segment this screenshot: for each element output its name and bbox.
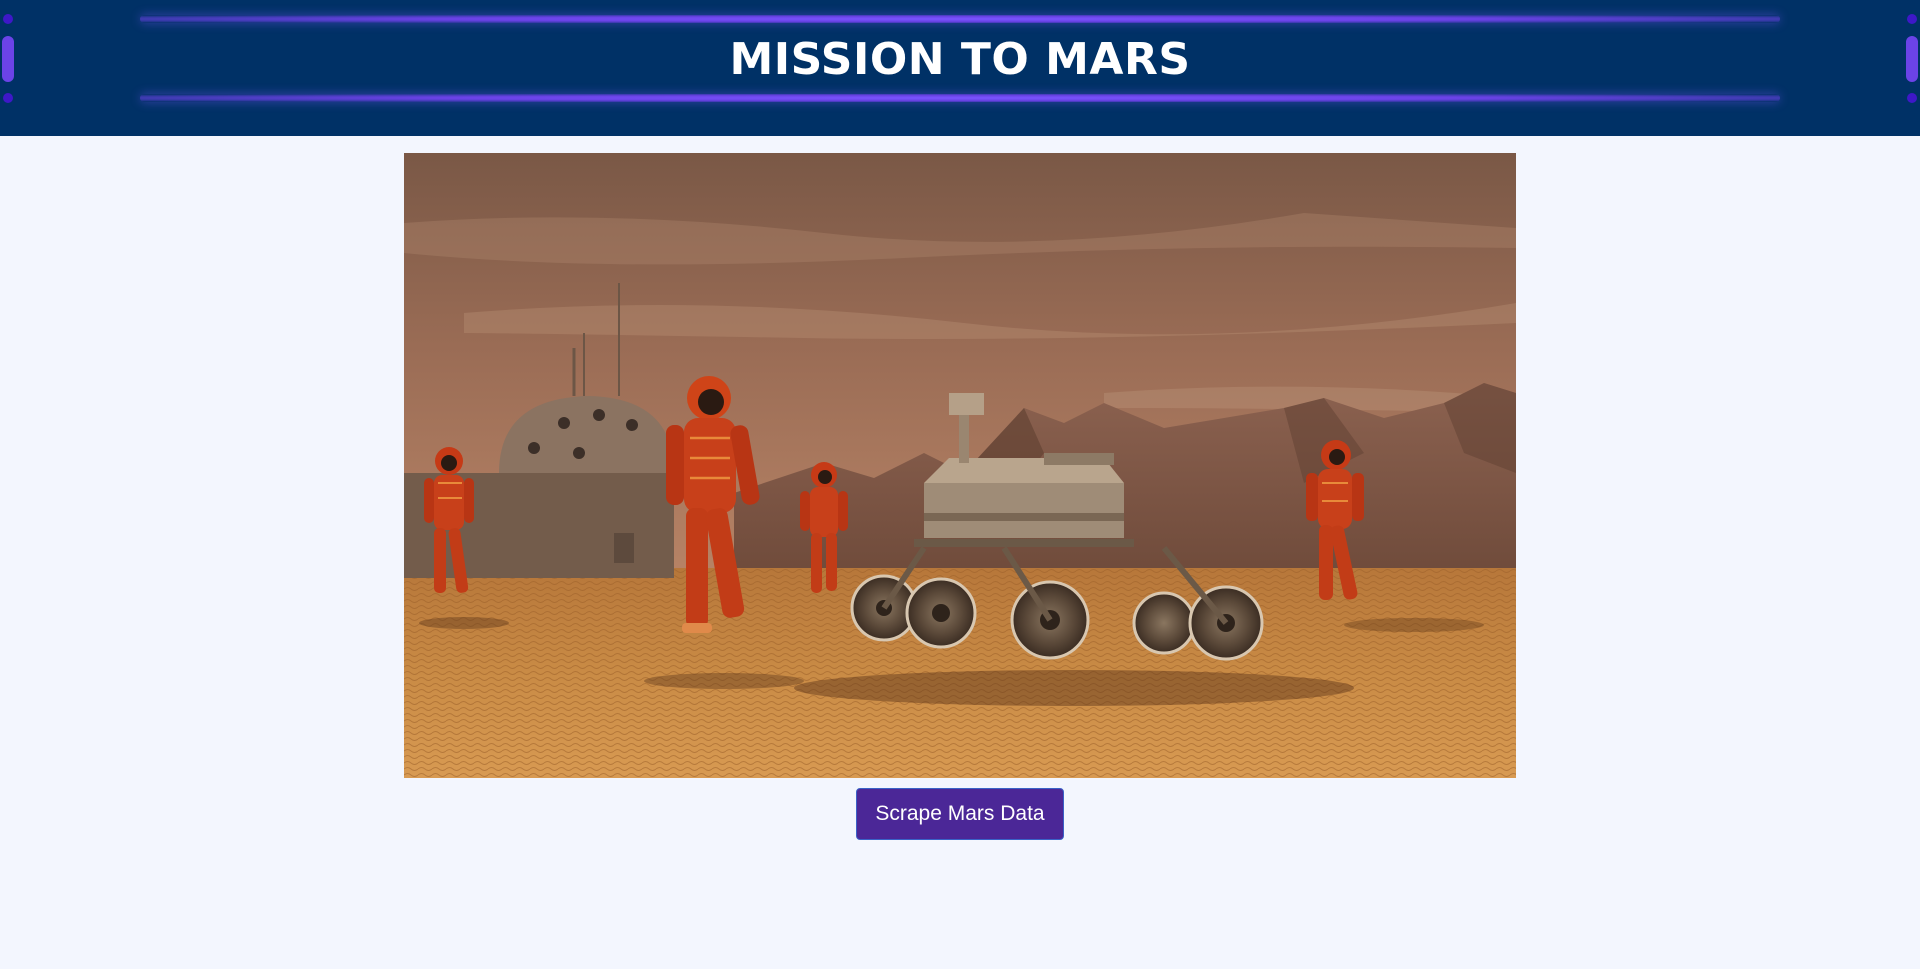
mars-scene-illustration bbox=[404, 153, 1516, 778]
page-title: MISSION TO MARS bbox=[729, 34, 1191, 85]
hero-image bbox=[404, 153, 1516, 778]
right-bottom-dot bbox=[1907, 93, 1917, 103]
left-bottom-dot bbox=[3, 93, 13, 103]
right-top-dot bbox=[1907, 14, 1917, 24]
left-top-dot bbox=[3, 14, 13, 24]
site-header: MISSION TO MARS bbox=[0, 0, 1920, 136]
header-bottom-glow-line bbox=[140, 94, 1780, 102]
header-top-glow-line bbox=[140, 15, 1780, 23]
scrape-mars-data-button[interactable]: Scrape Mars Data bbox=[856, 788, 1064, 840]
